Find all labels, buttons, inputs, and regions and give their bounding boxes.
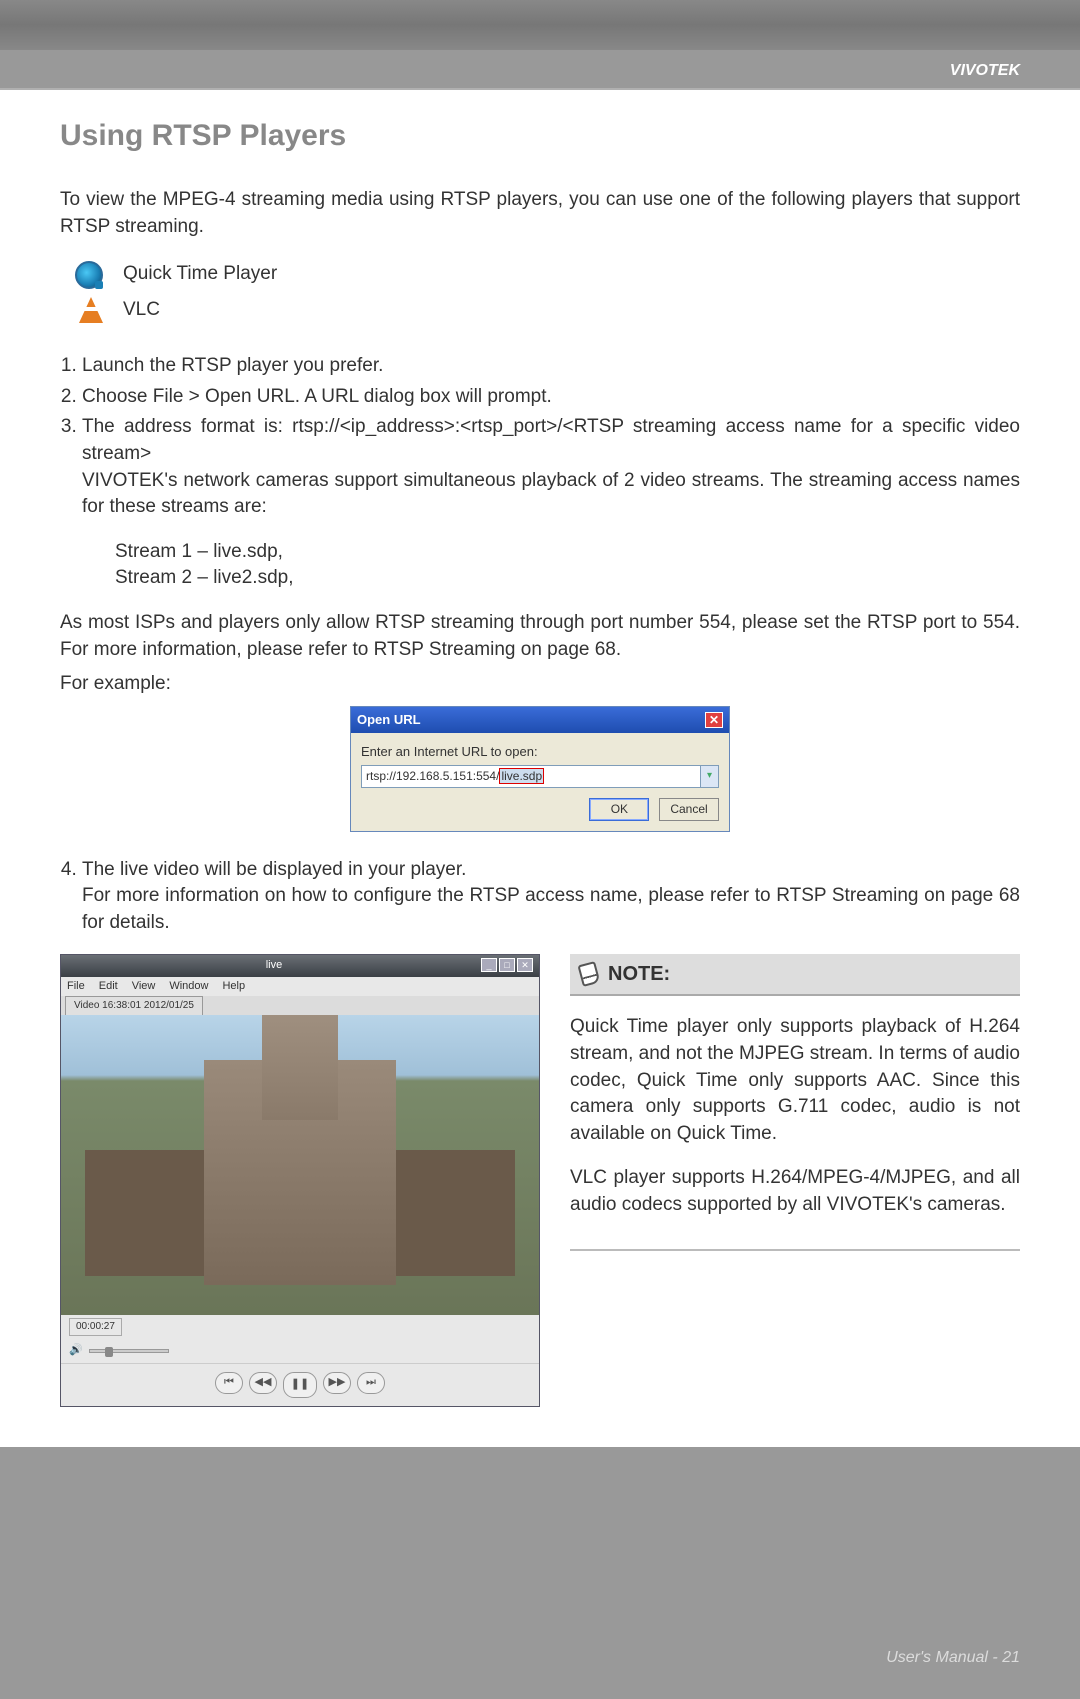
step-3-line2: VIVOTEK's network cameras support simult…: [82, 468, 1020, 521]
steps-list: Launch the RTSP player you prefer. Choos…: [82, 353, 1020, 521]
player-controls: ⏮ ◀◀ ❚❚ ▶▶ ⏭: [61, 1363, 539, 1406]
close-icon[interactable]: ✕: [705, 712, 723, 728]
menu-edit[interactable]: Edit: [99, 979, 118, 994]
video-player-window: live _ □ ✕ File Edit View Window Help Vi…: [60, 954, 540, 1406]
step-4: The live video will be displayed in your…: [82, 857, 1020, 937]
volume-slider[interactable]: [89, 1349, 169, 1353]
vlc-icon: [79, 297, 103, 323]
player-titlebar: live _ □ ✕: [61, 955, 539, 976]
menu-window[interactable]: Window: [169, 979, 208, 994]
url-prefix: rtsp://192.168.5.151:554/: [366, 769, 499, 783]
skip-back-button[interactable]: ⏮: [215, 1372, 243, 1394]
page-footer: User's Manual - 21: [0, 1447, 1080, 1699]
stream-names: Stream 1 – live.sdp, Stream 2 – live2.sd…: [115, 539, 1020, 592]
url-highlight: live.sdp: [499, 768, 544, 784]
play-pause-button[interactable]: ❚❚: [283, 1372, 317, 1398]
note-paragraph-1: Quick Time player only supports playback…: [570, 1014, 1020, 1147]
url-input[interactable]: rtsp://192.168.5.151:554/live.sdp: [361, 765, 701, 788]
dialog-title-text: Open URL: [357, 711, 421, 729]
menu-view[interactable]: View: [132, 979, 156, 994]
step-4-line1: The live video will be displayed in your…: [82, 857, 1020, 884]
player-tab[interactable]: Video 16:38:01 2012/01/25: [65, 996, 203, 1015]
step-1: Launch the RTSP player you prefer.: [82, 353, 1020, 380]
example-label: For example:: [60, 671, 1020, 698]
step-2: Choose File > Open URL. A URL dialog box…: [82, 384, 1020, 411]
note-section: NOTE: Quick Time player only supports pl…: [570, 954, 1020, 1250]
step-4-line2: For more information on how to configure…: [82, 883, 1020, 936]
dialog-label: Enter an Internet URL to open:: [361, 743, 719, 761]
elapsed-time: 00:00:27: [69, 1318, 122, 1336]
note-paragraph-2: VLC player supports H.264/MPEG-4/MJPEG, …: [570, 1165, 1020, 1218]
intro-paragraph: To view the MPEG-4 streaming media using…: [60, 187, 1020, 240]
minimize-icon[interactable]: _: [481, 958, 497, 972]
quicktime-icon: [75, 261, 103, 289]
isp-paragraph: As most ISPs and players only allow RTSP…: [60, 610, 1020, 663]
player-list: Quick Time Player VLC: [60, 261, 1020, 324]
player-label: VLC: [123, 297, 160, 324]
dialog-titlebar: Open URL ✕: [351, 707, 729, 733]
video-frame: [61, 1015, 539, 1315]
header-rule: [0, 88, 1080, 90]
open-url-dialog: Open URL ✕ Enter an Internet URL to open…: [350, 706, 730, 832]
maximize-icon[interactable]: □: [499, 958, 515, 972]
player-status: 00:00:27: [61, 1315, 539, 1339]
player-menu: File Edit View Window Help: [61, 977, 539, 996]
menu-file[interactable]: File: [67, 979, 85, 994]
volume-row: 🔊: [61, 1339, 539, 1362]
close-icon[interactable]: ✕: [517, 958, 533, 972]
menu-help[interactable]: Help: [222, 979, 245, 994]
player-vlc: VLC: [75, 297, 1020, 324]
steps-list-2: The live video will be displayed in your…: [82, 857, 1020, 937]
step-3: The address format is: rtsp://<ip_addres…: [82, 414, 1020, 520]
speaker-icon[interactable]: 🔊: [69, 1343, 83, 1358]
step-3-line1: The address format is: rtsp://<ip_addres…: [82, 414, 1020, 467]
forward-button[interactable]: ▶▶: [323, 1372, 351, 1394]
player-quicktime: Quick Time Player: [75, 261, 1020, 289]
top-texture: [0, 0, 1080, 50]
page-title: Using RTSP Players: [60, 115, 1020, 157]
player-title: live: [67, 958, 481, 973]
note-heading: NOTE:: [608, 960, 670, 988]
ok-button[interactable]: OK: [589, 798, 649, 821]
stream-1: Stream 1 – live.sdp,: [115, 539, 1020, 566]
note-rule: [570, 1249, 1020, 1251]
player-label: Quick Time Player: [123, 261, 277, 288]
dropdown-icon[interactable]: ▾: [701, 765, 719, 788]
stream-2: Stream 2 – live2.sdp,: [115, 565, 1020, 592]
skip-forward-button[interactable]: ⏭: [357, 1372, 385, 1394]
header-brand: VIVOTEK: [0, 50, 1080, 88]
note-icon: [577, 961, 600, 987]
cancel-button[interactable]: Cancel: [659, 798, 719, 821]
rewind-button[interactable]: ◀◀: [249, 1372, 277, 1394]
